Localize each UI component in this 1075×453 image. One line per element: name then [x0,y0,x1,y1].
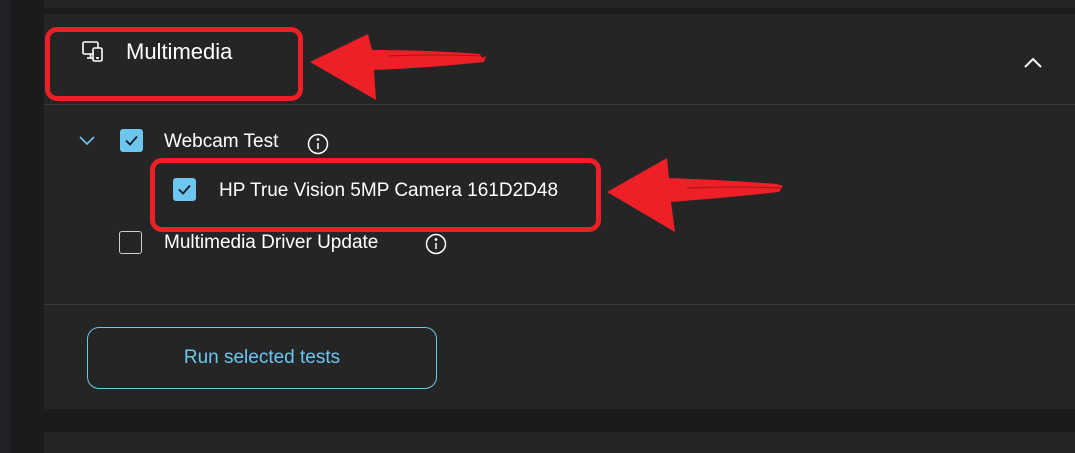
multimedia-driver-update-label: Multimedia Driver Update [164,232,379,253]
left-arrow-annotation-icon [607,158,783,232]
title-highlight-box [45,27,303,101]
expand-chevron-down-icon[interactable] [78,133,96,146]
driver-update-info-icon[interactable] [425,233,447,255]
run-selected-tests-button[interactable]: Run selected tests [87,327,437,389]
webcam-test-info-icon[interactable] [307,133,329,155]
header-divider [44,104,1075,105]
footer-divider [44,304,1075,305]
webcam-test-label: Webcam Test [164,131,279,152]
next-card-edge [44,432,1075,453]
left-edge-strip [0,0,10,453]
previous-card-edge [44,0,1075,8]
camera-highlight-box [150,158,601,232]
collapse-chevron-up-icon[interactable] [1020,52,1046,74]
webcam-test-checkbox[interactable] [120,129,143,152]
multimedia-driver-update-checkbox[interactable] [119,231,142,254]
left-arrow-annotation-icon [310,34,486,100]
